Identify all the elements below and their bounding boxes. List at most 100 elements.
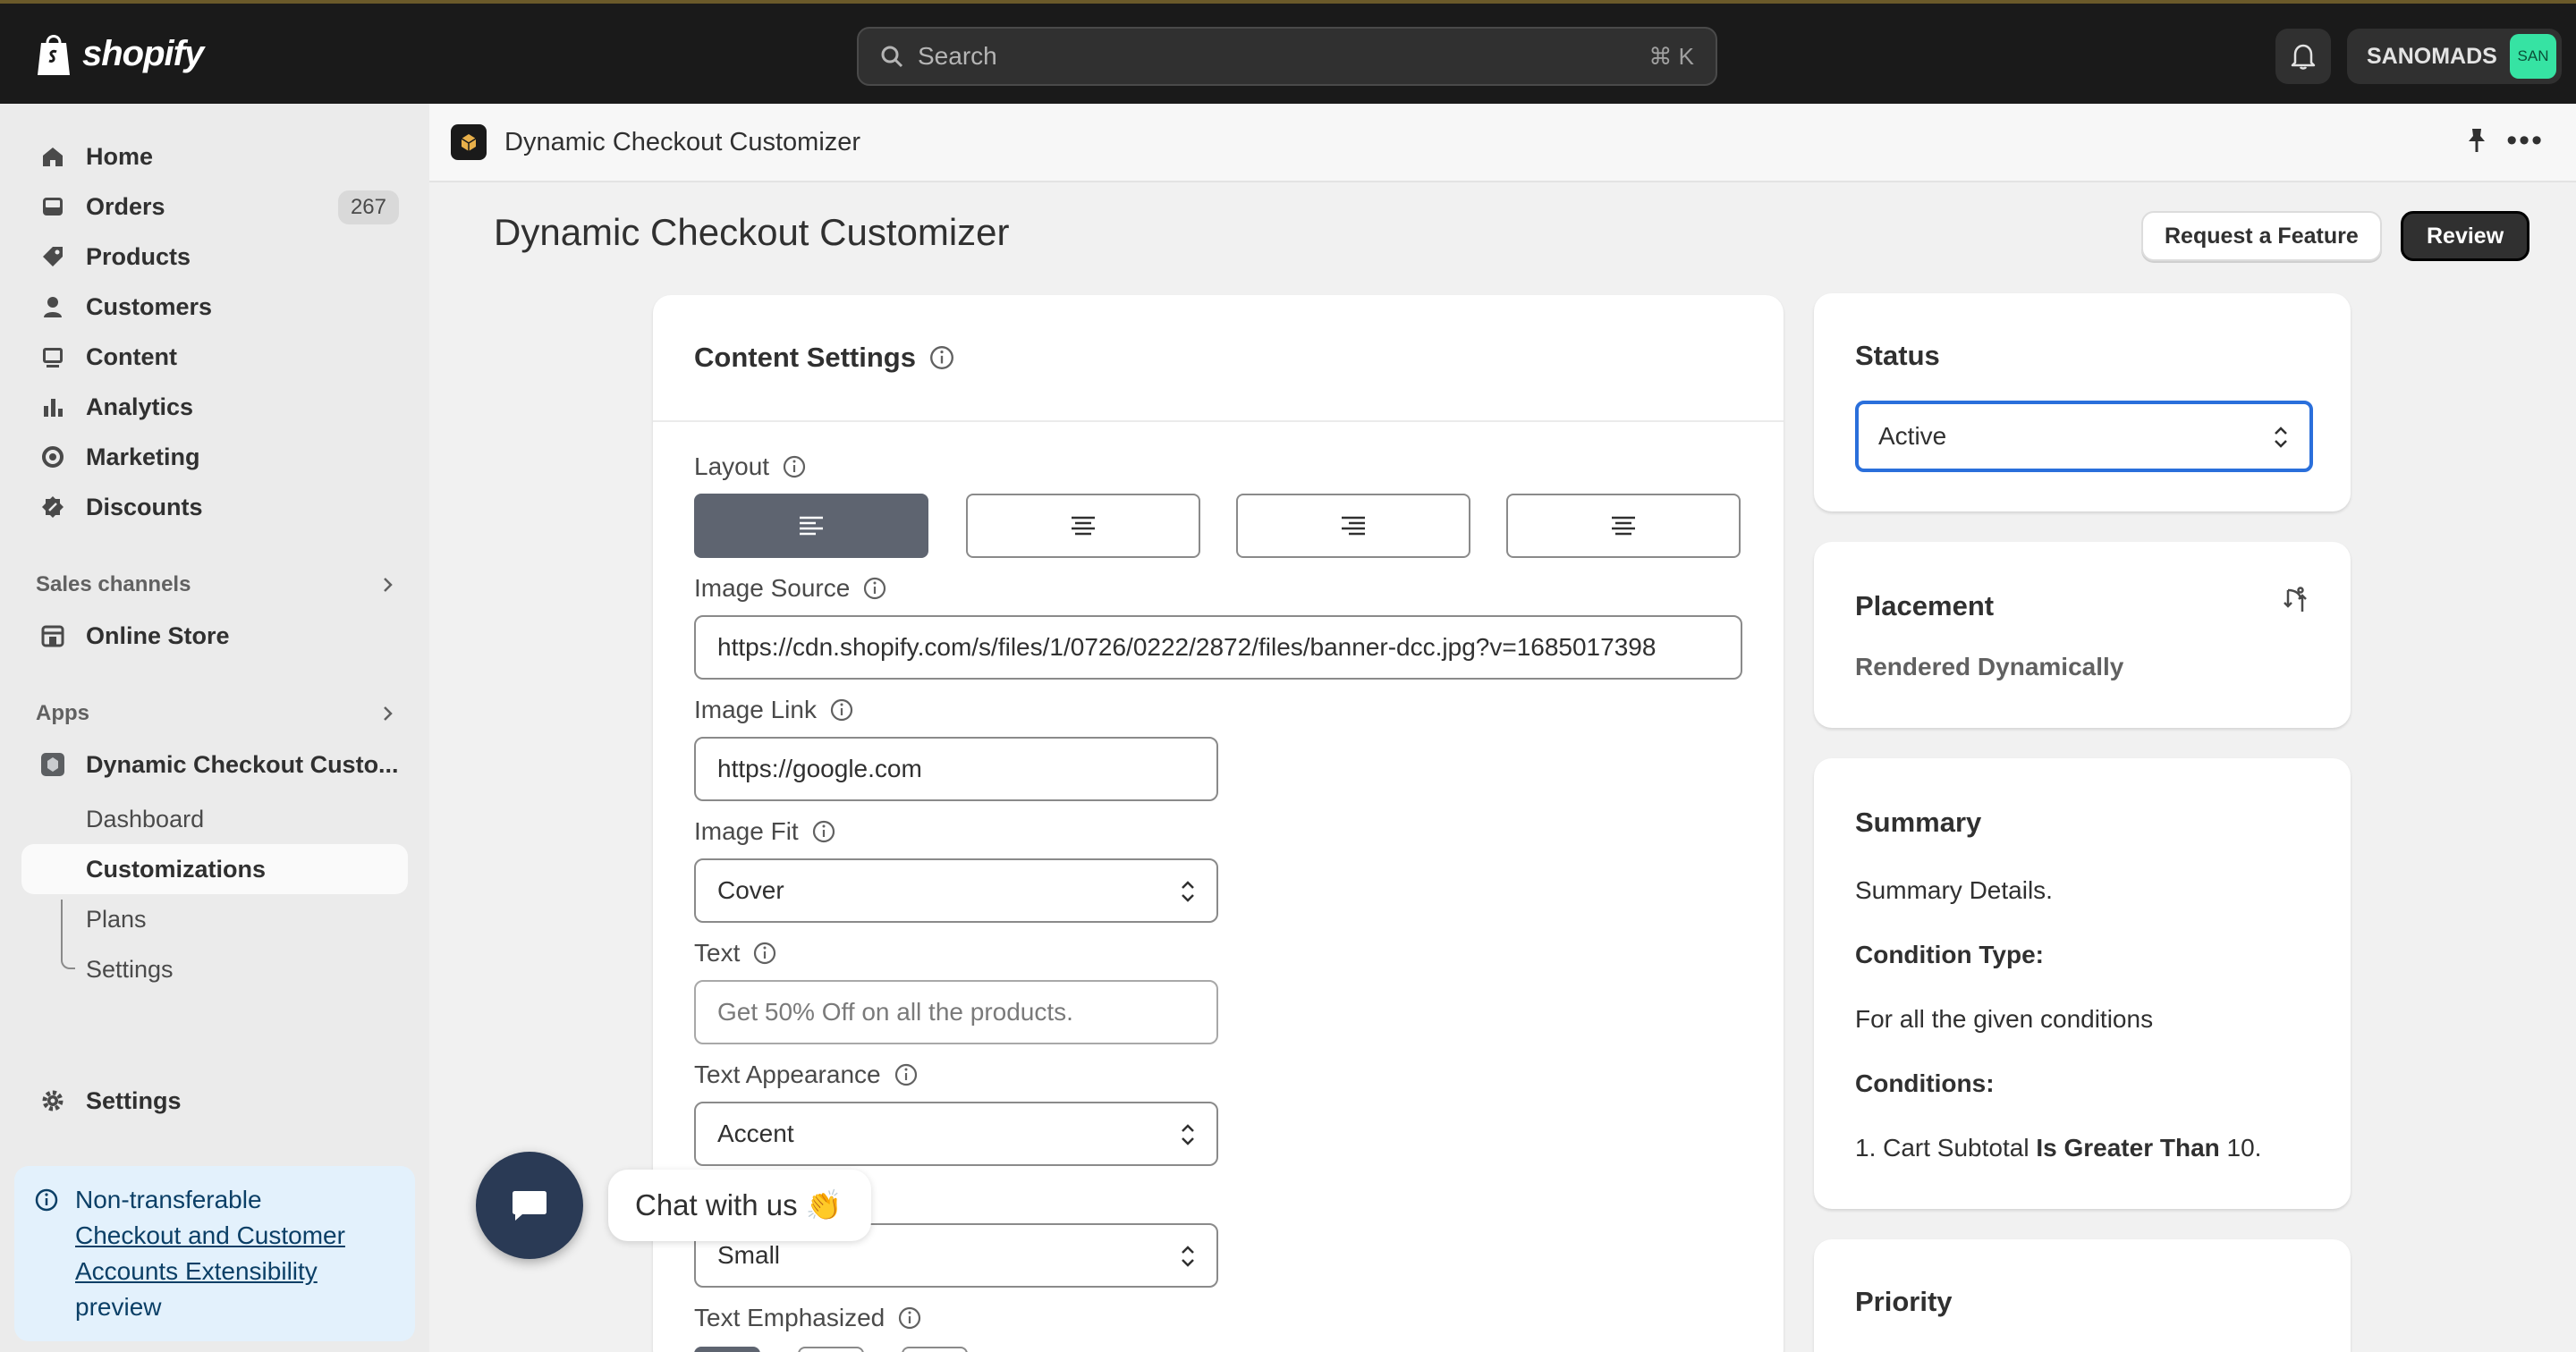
info-icon[interactable]: [894, 1062, 919, 1087]
emphasis-option-button[interactable]: [902, 1347, 968, 1352]
condition-type-label: Condition Type:: [1855, 941, 2044, 968]
bell-icon: [2291, 44, 2316, 70]
app-icon: [451, 124, 487, 160]
apps-heading[interactable]: Apps: [36, 701, 394, 726]
info-icon: [35, 1188, 58, 1212]
sidebar-item-label: Customers: [86, 292, 213, 320]
sidebar-subitem-settings[interactable]: Settings: [21, 944, 408, 994]
info-icon[interactable]: [811, 819, 836, 844]
store-icon: [39, 622, 66, 649]
layout-label: Layout: [694, 452, 807, 481]
search-icon: [881, 46, 903, 68]
label-text: Image Source: [694, 574, 851, 602]
layout-right-button[interactable]: [1236, 494, 1470, 558]
chevron-right-icon: [384, 578, 393, 592]
text-appearance-select[interactable]: Accent: [694, 1102, 1218, 1166]
info-icon[interactable]: [829, 697, 854, 722]
sidebar-item-online-store[interactable]: Online Store: [21, 612, 408, 660]
sidebar-subitem-customizations[interactable]: Customizations: [21, 844, 408, 894]
sidebar-subitem-dashboard[interactable]: Dashboard: [21, 794, 408, 844]
sidebar-item-home[interactable]: Home: [21, 132, 408, 181]
sidebar-item-analytics[interactable]: Analytics: [21, 383, 408, 431]
image-fit-select[interactable]: Cover: [694, 858, 1218, 923]
emphasis-option-button[interactable]: [798, 1347, 864, 1352]
info-icon[interactable]: [782, 454, 807, 479]
summary-details: Summary Details.: [1855, 876, 2053, 904]
sidebar-item-discounts[interactable]: Discounts: [21, 483, 408, 531]
info-icon[interactable]: [862, 576, 887, 601]
sidebar-item-label: Orders: [86, 192, 165, 220]
condition-item: 1. Cart Subtotal Is Greater Than 10.: [1855, 1134, 2261, 1162]
sidebar-item-marketing[interactable]: Marketing: [21, 433, 408, 481]
condition-type-value: For all the given conditions: [1855, 1005, 2154, 1033]
select-value: Accent: [717, 1120, 794, 1147]
placement-card: Placement Rendered Dynamically: [1814, 542, 2351, 728]
chat-icon: [513, 1191, 547, 1221]
avatar: SAN: [2510, 34, 2556, 79]
select-chevron-icon: [1182, 881, 1194, 902]
sidebar-subitem-plans[interactable]: Plans: [21, 894, 408, 944]
apps-label: Apps: [36, 701, 89, 725]
sidebar-item-label: Dynamic Checkout Custo...: [86, 750, 399, 778]
image-link-input[interactable]: https://google.com: [694, 737, 1218, 801]
condition-field: 1. Cart Subtotal: [1855, 1134, 2029, 1162]
layout-left-button[interactable]: [694, 494, 928, 558]
pin-icon[interactable]: [2465, 127, 2488, 160]
layout-center-button[interactable]: [966, 494, 1200, 558]
sidebar-item-app[interactable]: Dynamic Checkout Custo...: [21, 740, 408, 789]
swap-icon[interactable]: [2281, 587, 2309, 615]
sales-channels-heading[interactable]: Sales channels: [36, 572, 394, 597]
select-chevron-icon: [1182, 1246, 1194, 1267]
select-chevron-icon: [1182, 1124, 1194, 1145]
placement-title: Placement: [1855, 590, 1995, 621]
sidebar-item-label: Settings: [86, 1086, 182, 1114]
page-title: Dynamic Checkout Customizer: [494, 211, 1010, 253]
text-input[interactable]: Get 50% Off on all the products.: [694, 980, 1218, 1044]
sidebar-item-content[interactable]: Content: [21, 333, 408, 381]
notifications-button[interactable]: [2275, 29, 2331, 84]
chat-button[interactable]: [476, 1152, 583, 1259]
notice-link[interactable]: Checkout and Customer Accounts Extensibi…: [75, 1221, 345, 1285]
store-menu-button[interactable]: SANOMADS SAN: [2347, 29, 2562, 84]
select-chevron-icon: [2275, 427, 2287, 448]
subitem-label: Customizations: [86, 855, 267, 883]
priority-title: Priority: [1855, 1286, 1953, 1317]
sidebar-item-label: Content: [86, 342, 177, 370]
request-feature-button[interactable]: Request a Feature: [2141, 211, 2382, 261]
subitem-label: Dashboard: [86, 805, 205, 832]
image-source-input[interactable]: https://cdn.shopify.com/s/files/1/0726/0…: [694, 615, 1742, 680]
notice-prefix: Non-transferable: [75, 1186, 262, 1213]
sidebar-item-label: Home: [86, 142, 154, 170]
label-text: Image Fit: [694, 817, 799, 845]
emphasis-option-button[interactable]: [694, 1347, 760, 1352]
search-input[interactable]: Search ⌘ K: [857, 27, 1717, 86]
more-actions-icon[interactable]: •••: [2506, 125, 2544, 156]
status-title: Status: [1855, 340, 1940, 371]
tag-icon: [39, 243, 66, 270]
sidebar-item-settings[interactable]: Settings: [21, 1077, 408, 1125]
align-right-icon: [1342, 516, 1365, 536]
info-icon[interactable]: [752, 941, 777, 966]
info-icon[interactable]: [928, 344, 955, 371]
chat-label[interactable]: Chat with us 👏: [608, 1170, 871, 1241]
app-icon: [39, 751, 66, 778]
label-text: Image Link: [694, 696, 817, 723]
label-text: Text Appearance: [694, 1060, 881, 1088]
sidebar-item-customers[interactable]: Customers: [21, 283, 408, 331]
search-shortcut: ⌘ K: [1648, 42, 1694, 70]
text-appearance-label: Text Appearance: [694, 1060, 919, 1089]
review-button[interactable]: Review: [2401, 211, 2530, 261]
notice-suffix: preview: [75, 1293, 162, 1321]
align-center-icon: [1072, 516, 1095, 536]
chevron-right-icon: [384, 706, 393, 721]
align-justify-icon: [1612, 516, 1635, 536]
image-fit-label: Image Fit: [694, 817, 836, 846]
status-select[interactable]: Active: [1855, 401, 2313, 472]
layout-justify-button[interactable]: [1506, 494, 1741, 558]
shopify-logo[interactable]: shopify: [34, 30, 204, 77]
info-icon[interactable]: [897, 1306, 922, 1331]
summary-card: Summary Summary Details. Condition Type:…: [1814, 758, 2351, 1209]
orders-icon: [39, 193, 66, 220]
sidebar-item-products[interactable]: Products: [21, 232, 408, 281]
sidebar-item-orders[interactable]: Orders 267: [21, 182, 408, 231]
